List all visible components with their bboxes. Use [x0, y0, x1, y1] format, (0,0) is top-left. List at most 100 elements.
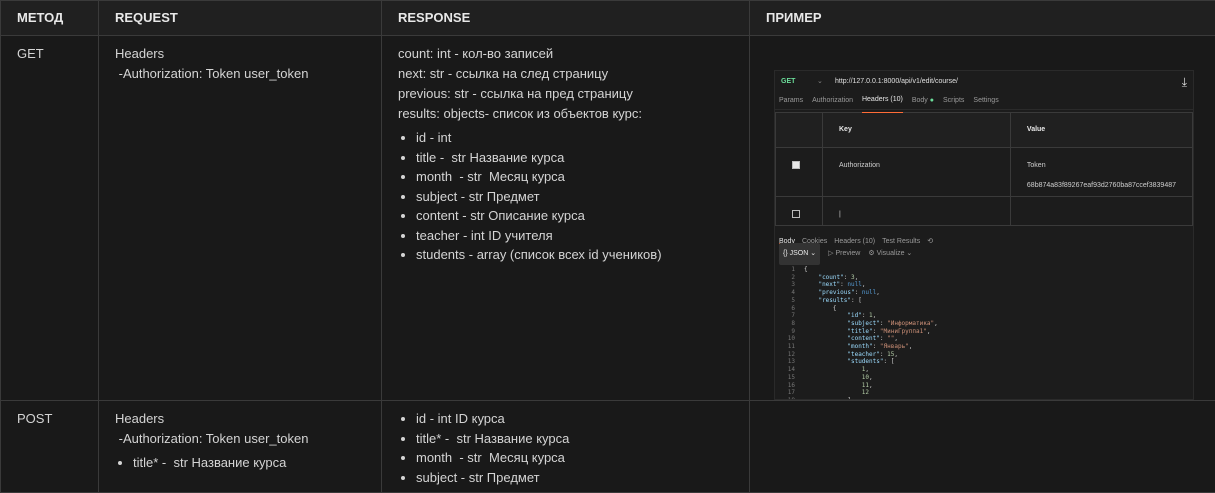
method-select[interactable]: GET	[781, 72, 811, 92]
code-line: 14 1,	[775, 366, 1193, 374]
col-header-example: ПРИМЕР	[750, 1, 1215, 36]
header-value[interactable]: Token 68b874a83f89267eaf93d2760ba87ccef3…	[1010, 148, 1192, 197]
col-header-request: REQUEST	[99, 1, 382, 36]
get-request-line: Headers	[115, 44, 365, 64]
post-method: POST	[1, 401, 99, 493]
code-line: 9 "title": "МиниГруппа1",	[775, 328, 1193, 336]
table-row: |	[776, 197, 1193, 226]
get-response: count: int - кол-во записей next: str - …	[382, 36, 750, 401]
chevron-down-icon: ⌄	[817, 72, 829, 92]
line-number: 7	[775, 312, 804, 320]
code-line: 15 10,	[775, 374, 1193, 382]
code-line: 17 12	[775, 389, 1193, 397]
request-field-list: title* - str Название курса	[115, 453, 365, 473]
get-request-line: -Authorization: Token user_token	[115, 64, 365, 84]
header-key[interactable]: Authorization	[823, 148, 1011, 197]
header-checkbox[interactable]	[792, 210, 800, 218]
code-line: 12 "teacher": 15,	[775, 351, 1193, 359]
header-row: МЕТОД REQUEST RESPONSE ПРИМЕР	[1, 1, 1215, 36]
code-text: "subject": "Информатика",	[804, 320, 938, 328]
preview-button[interactable]: ▷ Preview	[828, 244, 860, 264]
list-item: content - str Описание курса	[416, 206, 733, 226]
response-line: previous: str - ссылка на пред страницу	[398, 84, 733, 104]
get-request: Headers -Authorization: Token user_token	[99, 36, 382, 401]
checkbox-column	[776, 113, 823, 148]
code-text: "month": "Январь",	[804, 343, 912, 351]
code-line: 18 ]	[775, 397, 1193, 400]
code-text: "content": "",	[804, 335, 898, 343]
response-line: results: objects- список из объектов кур…	[398, 104, 733, 124]
code-line: 8 "subject": "Информатика",	[775, 320, 1193, 328]
line-number: 18	[775, 397, 804, 400]
url-bar: GET ⌄ http://127.0.0.1:8000/api/v1/edit/…	[775, 71, 1193, 93]
get-method: GET	[1, 36, 99, 401]
line-number: 3	[775, 281, 804, 289]
visualize-button[interactable]: ⚙ Visualize ⌄	[868, 244, 912, 264]
code-text: 10,	[804, 374, 873, 382]
visualize-label: Visualize	[877, 250, 905, 257]
new-key-input[interactable]: |	[823, 197, 1011, 226]
header-checkbox[interactable]	[792, 161, 800, 169]
code-text: "title": "МиниГруппа1",	[804, 328, 930, 336]
tab-headers[interactable]: Headers (10)	[862, 90, 903, 113]
list-item: subject - str Предмет	[416, 468, 733, 488]
code-text: "teacher": 15,	[804, 351, 898, 359]
code-line: 13 "students": [	[775, 358, 1193, 366]
list-item: id - int ID курса	[416, 409, 733, 429]
code-line: 11 "month": "Январь",	[775, 343, 1193, 351]
tab-body[interactable]: Body ●	[912, 91, 934, 111]
code-line: 1{	[775, 266, 1193, 274]
code-text: {	[804, 305, 837, 313]
code-line: 10 "content": "",	[775, 335, 1193, 343]
format-select[interactable]: {} JSON ⌄	[779, 243, 820, 265]
code-text: "id": 1,	[804, 312, 876, 320]
col-key: Key	[823, 113, 1011, 148]
code-text: {	[804, 266, 808, 274]
tab-scripts[interactable]: Scripts	[943, 91, 964, 111]
list-item: month - str Месяц курса	[416, 448, 733, 468]
table-row-post: POST Headers -Authorization: Token user_…	[1, 401, 1215, 493]
code-text: 1,	[804, 366, 869, 374]
line-number: 8	[775, 320, 804, 328]
header-checkbox-cell	[776, 197, 823, 226]
tab-test-results[interactable]: Test Results	[882, 232, 920, 244]
history-icon[interactable]: ⟲	[927, 232, 933, 244]
response-field-list: id - int ID курса title* - str Название …	[398, 409, 733, 487]
request-tabs: Params Authorization Headers (10) Body ●…	[775, 93, 1193, 110]
line-number: 16	[775, 382, 804, 390]
code-line: 3 "next": null,	[775, 281, 1193, 289]
api-doc-table: МЕТОД REQUEST RESPONSE ПРИМЕР GET Header…	[0, 0, 1215, 493]
tab-body-label: Body	[912, 97, 928, 104]
code-line: 5 "results": [	[775, 297, 1193, 305]
response-code: 1{2 "count": 3,3 "next": null,4 "previou…	[775, 264, 1193, 400]
list-item: title* - str Название курса	[416, 429, 733, 449]
response-tabs: Body Cookies Headers (10) Test Results ⟲	[775, 226, 1193, 244]
code-line: 2 "count": 3,	[775, 274, 1193, 282]
code-line: 16 11,	[775, 382, 1193, 390]
col-value: Value	[1010, 113, 1192, 148]
list-item: students - array (список всех id ученико…	[416, 245, 733, 265]
post-request-line: -Authorization: Token user_token	[115, 429, 365, 449]
line-number: 4	[775, 289, 804, 297]
headers-table: Key Value Authorization Token 68b874a83f…	[775, 112, 1193, 226]
post-example	[750, 401, 1215, 493]
tab-authorization[interactable]: Authorization	[812, 91, 853, 111]
col-header-response: RESPONSE	[382, 1, 750, 36]
post-request: Headers -Authorization: Token user_token…	[99, 401, 382, 493]
post-response: id - int ID курса title* - str Название …	[382, 401, 750, 493]
line-number: 5	[775, 297, 804, 305]
list-item: id - int	[416, 128, 733, 148]
download-icon[interactable]: ⤓	[1182, 72, 1187, 92]
code-text: "count": 3,	[804, 274, 858, 282]
line-number: 1	[775, 266, 804, 274]
line-number: 13	[775, 358, 804, 366]
table-row-get: GET Headers -Authorization: Token user_t…	[1, 36, 1215, 401]
postman-screenshot: GET ⌄ http://127.0.0.1:8000/api/v1/edit/…	[774, 70, 1194, 400]
code-text: "results": [	[804, 297, 862, 305]
tab-params[interactable]: Params	[779, 91, 803, 111]
tab-settings[interactable]: Settings	[973, 91, 998, 111]
new-value-input[interactable]	[1010, 197, 1192, 226]
tab-response-headers[interactable]: Headers (10)	[834, 232, 875, 244]
header-checkbox-cell	[776, 148, 823, 197]
code-line: 6 {	[775, 305, 1193, 313]
